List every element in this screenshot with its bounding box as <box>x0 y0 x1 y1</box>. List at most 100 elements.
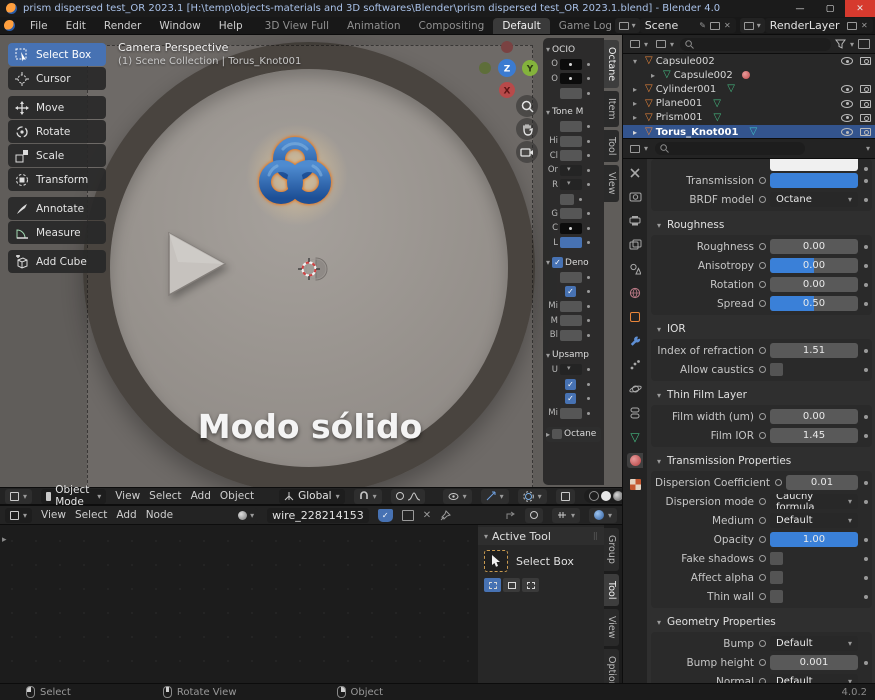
dispersion-coefficient-slider[interactable]: 0.01 <box>786 475 858 490</box>
decorator-ring[interactable] <box>759 640 766 647</box>
select-mode-set[interactable] <box>484 578 501 592</box>
close-button[interactable]: ✕ <box>845 0 875 17</box>
tab-node-tool[interactable]: Tool <box>604 573 619 607</box>
outliner-display-mode-button[interactable]: ▾ <box>654 37 676 52</box>
section-ior[interactable]: ▾ IOR <box>647 319 875 339</box>
hide-in-viewport-icon[interactable] <box>841 99 853 108</box>
outliner-row-capsule002[interactable]: ▾ ▽ Capsule002 <box>623 54 875 68</box>
pin-icon[interactable] <box>440 509 452 521</box>
tab-particles-icon[interactable] <box>627 357 643 372</box>
mode-dropdown[interactable]: Object Mode ▾ <box>41 484 107 508</box>
tab-constraints-icon[interactable] <box>627 405 643 420</box>
section-octane-collapsed[interactable]: ▸ Octane <box>546 426 601 442</box>
show-gizmo-dropdown[interactable]: ▾ <box>442 488 472 504</box>
outliner-row-cylinder001[interactable]: ▸ ▽ Cylinder001 ▽ <box>623 82 875 96</box>
tab-texture-icon[interactable] <box>627 477 643 492</box>
scene-type-selector[interactable]: ▾ <box>614 18 640 33</box>
decorator-ring[interactable] <box>759 413 766 420</box>
value-field[interactable] <box>560 121 582 133</box>
copy-scene-icon[interactable] <box>709 21 720 30</box>
select-box-tool-icon[interactable] <box>484 550 508 572</box>
tab-world-icon[interactable] <box>627 285 643 300</box>
workspace-game-logic[interactable]: Game Logic <box>550 18 611 34</box>
gizmos-dropdown[interactable]: ▾ <box>480 488 509 504</box>
tool-transform[interactable]: Transform <box>8 168 106 191</box>
decorator-ring[interactable] <box>759 432 766 439</box>
filter-icon[interactable] <box>834 39 846 49</box>
decorator-ring[interactable] <box>759 517 766 524</box>
tab-node-options[interactable]: Options <box>604 648 619 683</box>
animate-dot[interactable] <box>864 537 868 542</box>
value-field[interactable] <box>560 87 582 99</box>
tool-measure[interactable]: Measure <box>8 221 106 244</box>
tab-view-layer-icon[interactable] <box>627 237 643 252</box>
camera-view-button[interactable] <box>516 141 538 163</box>
animate-dot[interactable] <box>864 348 868 353</box>
animate-dot[interactable] <box>864 244 868 249</box>
go-to-parent-node-icon[interactable] <box>505 510 516 521</box>
value-field[interactable] <box>560 208 582 220</box>
maximize-button[interactable]: ▢ <box>815 0 845 17</box>
tab-group[interactable]: Group <box>604 528 619 571</box>
hide-in-viewport-icon[interactable] <box>841 128 853 137</box>
torus-knot-object[interactable] <box>251 131 339 219</box>
shading-solid-button[interactable] <box>600 491 611 501</box>
value-field[interactable] <box>560 407 582 419</box>
animate-dot[interactable] <box>864 575 868 580</box>
tab-item[interactable]: Item <box>604 91 619 127</box>
vp-menu-add[interactable]: Add <box>191 490 211 502</box>
overlays-dropdown[interactable]: ▾ <box>517 488 547 504</box>
dispersion-mode-dropdown[interactable]: Cauchy formula ▾ <box>770 494 858 509</box>
pin-icon[interactable]: ✎ <box>699 21 706 30</box>
tool-add-cube[interactable]: Add Cube <box>8 250 106 273</box>
rotation-slider[interactable]: 0.00 <box>770 277 858 292</box>
value-field[interactable] <box>560 193 574 205</box>
unlink-material-button[interactable]: ✕ <box>423 510 431 521</box>
minimize-button[interactable]: — <box>785 0 815 17</box>
3d-viewport[interactable]: Camera Perspective (1) Scene Collection … <box>0 35 622 487</box>
anisotropy-slider[interactable]: 0.00 <box>770 258 858 273</box>
ior-slider[interactable]: 1.51 <box>770 343 858 358</box>
animate-dot[interactable] <box>864 414 868 419</box>
properties-search-input[interactable] <box>655 142 806 155</box>
view-layer-name-field[interactable]: RenderLayer ✕ <box>764 18 873 33</box>
brdf-dropdown[interactable]: Octane ▾ <box>770 192 858 207</box>
checkbox[interactable]: ✓ <box>565 378 576 390</box>
clipped-slider[interactable] <box>770 159 858 171</box>
disable-in-render-icon[interactable] <box>860 85 871 94</box>
decorator-ring[interactable] <box>759 366 766 373</box>
properties-options-icon[interactable]: ▾ <box>866 144 870 153</box>
animate-dot[interactable] <box>864 282 868 287</box>
checkbox[interactable]: ✓ <box>565 393 576 405</box>
tab-output-icon[interactable] <box>627 213 643 228</box>
decorator-ring[interactable] <box>759 262 766 269</box>
editor-type-button[interactable]: ▾ <box>5 488 33 504</box>
tab-view[interactable]: View <box>604 165 619 202</box>
tool-annotate[interactable]: Annotate <box>8 197 106 220</box>
dropdown[interactable] <box>560 364 582 376</box>
disable-in-render-icon[interactable] <box>860 99 871 108</box>
bump-height-slider[interactable]: 0.001 <box>770 655 858 670</box>
scene-name-field[interactable]: Scene ✎ ✕ <box>639 18 736 33</box>
section-roughness[interactable]: ▾ Roughness <box>647 215 875 235</box>
fake-shadows-checkbox[interactable] <box>770 552 783 565</box>
animate-dot[interactable] <box>864 301 868 306</box>
opacity-slider[interactable]: 1.00 <box>770 532 858 547</box>
decorator-ring[interactable] <box>759 243 766 250</box>
hide-in-viewport-icon[interactable] <box>841 57 853 66</box>
value-field[interactable] <box>560 135 582 147</box>
decorator-ring[interactable] <box>759 574 766 581</box>
workspace-3d-view-full[interactable]: 3D View Full <box>256 18 338 34</box>
affect-alpha-checkbox[interactable] <box>770 571 783 584</box>
tab-object-icon[interactable] <box>627 309 643 324</box>
animate-dot[interactable] <box>864 263 868 268</box>
decorator-ring[interactable] <box>775 479 783 486</box>
dropdown[interactable] <box>560 164 582 176</box>
animate-dot[interactable] <box>864 178 868 183</box>
node-shading-dropdown[interactable]: ▾ <box>588 507 617 523</box>
workspace-compositing[interactable]: Compositing <box>410 18 494 34</box>
node-menu-add[interactable]: Add <box>116 509 136 521</box>
denoiser-checkbox[interactable]: ✓ <box>552 257 564 268</box>
node-overlays-button[interactable] <box>524 507 543 523</box>
tab-tool[interactable]: Tool <box>604 129 619 163</box>
